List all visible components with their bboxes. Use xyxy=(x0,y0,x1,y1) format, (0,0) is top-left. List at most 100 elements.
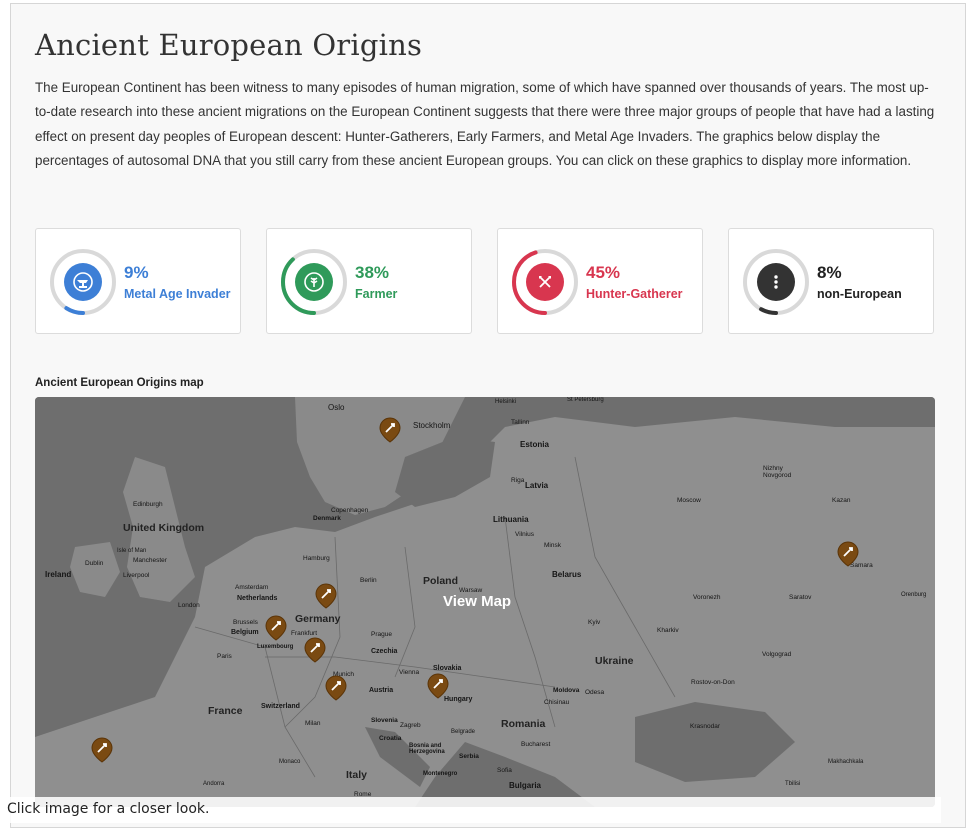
map-label-serbia: Serbia xyxy=(459,753,479,760)
map-label-lithuania: Lithuania xyxy=(493,515,529,524)
map-label-belgrade: Belgrade xyxy=(451,729,476,735)
non-european-card[interactable]: 8% non-European xyxy=(728,228,934,334)
map-label-slovakia: Slovakia xyxy=(433,665,462,672)
origins-panel: Ancient European Origins The European Co… xyxy=(10,3,966,828)
map-label-krasnodar: Krasnodar xyxy=(690,723,720,730)
metal-age-label: Metal Age Invader xyxy=(124,287,231,301)
hunter-gatherer-card[interactable]: 45% Hunter-Gatherer xyxy=(497,228,703,334)
map-label-ireland: Ireland xyxy=(45,570,72,579)
map-label-manchester: Manchester xyxy=(133,557,167,564)
map-label-chisinau: Chisinau xyxy=(544,699,570,706)
map-label-edinburgh: Edinburgh xyxy=(133,501,163,508)
map-label-netherlands: Netherlands xyxy=(237,595,278,602)
map-label-poland: Poland xyxy=(423,575,459,587)
map-pin[interactable] xyxy=(379,417,401,443)
map-label-amsterdam: Amsterdam xyxy=(235,584,269,591)
page-title: Ancient European Origins xyxy=(35,28,423,62)
crossed-spears-icon xyxy=(526,263,564,301)
intro-paragraph: The European Continent has been witness … xyxy=(35,80,935,168)
map-label-odesa: Odesa xyxy=(585,689,605,696)
map-label-slovenia: Slovenia xyxy=(371,717,398,724)
map-label-volgograd: Volgograd xyxy=(762,651,792,658)
map-pin[interactable] xyxy=(265,615,287,641)
metal-age-invader-card[interactable]: 9% Metal Age Invader xyxy=(35,228,241,334)
anvil-icon xyxy=(64,263,102,301)
map-label-germany: Germany xyxy=(295,613,341,625)
map-label-rostov: Rostov-on-Don xyxy=(691,679,735,686)
map-label-voronezh: Voronezh xyxy=(693,594,721,601)
map-label-berlin: Berlin xyxy=(360,577,377,584)
map-label-milan: Milan xyxy=(305,720,321,727)
map-label-oslo: Oslo xyxy=(328,403,345,412)
farmer-card[interactable]: 38% Farmer xyxy=(266,228,472,334)
map-label-italy: Italy xyxy=(346,769,368,781)
map-pin[interactable] xyxy=(91,737,113,763)
map-label-czechia: Czechia xyxy=(371,648,398,655)
map-label-moscow: Moscow xyxy=(677,497,701,504)
map-pin[interactable] xyxy=(427,673,449,699)
non-european-percent: 8% xyxy=(817,263,842,282)
map-label-london: London xyxy=(178,602,200,609)
map-label-bucharest: Bucharest xyxy=(521,741,551,748)
map-label-brussels: Brussels xyxy=(233,619,258,626)
map-label-switzerland: Switzerland xyxy=(261,703,300,710)
map-pin[interactable] xyxy=(315,583,337,609)
map-label-makhachkala: Makhachkala xyxy=(828,759,864,765)
map-label-bulgaria: Bulgaria xyxy=(509,781,542,790)
map-label-kazan: Kazan xyxy=(832,497,851,504)
map-label-sofia: Sofia xyxy=(497,767,512,774)
farmer-label: Farmer xyxy=(355,287,398,301)
map-label-nizhny: Nizhny Novgorod xyxy=(763,465,792,479)
map-label-france: France xyxy=(208,705,243,717)
map-label-romania: Romania xyxy=(501,718,546,730)
map-label-tallinn: Tallinn xyxy=(511,419,530,426)
map-heading: Ancient European Origins map xyxy=(35,377,204,389)
map-label-riga: Riga xyxy=(511,477,525,484)
map-label-dublin: Dublin xyxy=(85,560,104,567)
map-label-kharkiv: Kharkiv xyxy=(657,627,679,634)
map-pin[interactable] xyxy=(304,637,326,663)
map-label-st-petersburg: St Petersburg xyxy=(567,397,604,403)
map-pin[interactable] xyxy=(837,541,859,567)
map-label-orenburg: Orenburg xyxy=(901,592,927,598)
map-label-latvia: Latvia xyxy=(525,481,549,490)
map-label-kyiv: Kyiv xyxy=(588,619,601,626)
map-label-hamburg: Hamburg xyxy=(303,555,330,562)
non-european-label: non-European xyxy=(817,287,902,301)
map-label-saratov: Saratov xyxy=(789,594,812,601)
map-label-liverpool: Liverpool xyxy=(123,572,150,579)
map-label-paris: Paris xyxy=(217,653,232,660)
farmer-percent: 38% xyxy=(355,263,390,282)
map-label-vilnius: Vilnius xyxy=(515,531,535,538)
map-label-belgium: Belgium xyxy=(231,629,259,636)
image-caption: Click image for a closer look. xyxy=(1,797,941,823)
view-map-button[interactable]: View Map xyxy=(443,593,511,610)
map-label-belarus: Belarus xyxy=(552,570,582,579)
map-label-moldova: Moldova xyxy=(553,687,580,694)
wheat-icon xyxy=(295,263,333,301)
map-label-isle-of-man: Isle of Man xyxy=(117,548,147,554)
map-label-tbilisi: Tbilisi xyxy=(785,781,801,787)
map-label-vienna: Vienna xyxy=(399,669,420,676)
map-label-ukraine: Ukraine xyxy=(595,655,634,667)
map-label-minsk: Minsk xyxy=(544,542,561,549)
map-label-stockholm: Stockholm xyxy=(413,421,451,430)
hunter-gatherer-label: Hunter-Gatherer xyxy=(586,287,683,301)
map-label-prague: Prague xyxy=(371,631,392,638)
map-label-croatia: Croatia xyxy=(379,735,402,742)
map-label-austria: Austria xyxy=(369,687,394,694)
map-label-frankfurt: Frankfurt xyxy=(291,630,318,637)
origins-map[interactable]: United Kingdom Ireland France Germany Po… xyxy=(35,397,935,807)
map-pin[interactable] xyxy=(325,675,347,701)
map-label-united-kingdom: United Kingdom xyxy=(123,522,205,534)
map-label-montenegro: Montenegro xyxy=(423,771,458,777)
map-label-estonia: Estonia xyxy=(520,440,549,449)
map-label-helsinki: Helsinki xyxy=(495,399,517,405)
map-label-zagreb: Zagreb xyxy=(400,722,421,729)
map-label-denmark: Denmark xyxy=(313,515,341,522)
hunter-gatherer-percent: 45% xyxy=(586,263,621,282)
map-label-andorra: Andorra xyxy=(203,781,225,787)
map-label-luxembourg: Luxembourg xyxy=(257,644,294,650)
map-label-copenhagen: Copenhagen xyxy=(331,507,369,514)
metal-age-percent: 9% xyxy=(124,263,149,282)
